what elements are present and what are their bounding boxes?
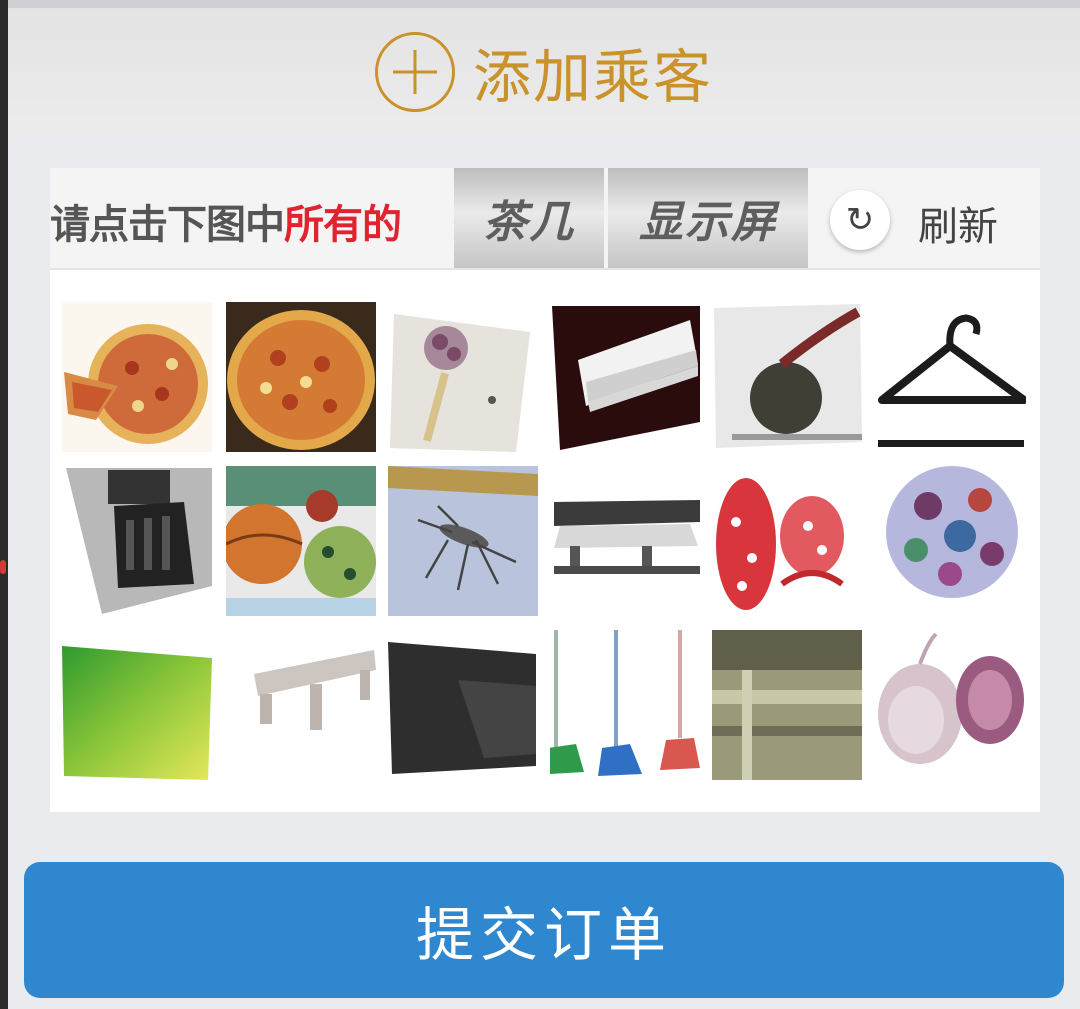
- small-table-image: [226, 630, 376, 780]
- metal-bucket-image: [712, 630, 862, 780]
- captcha-prompt: 请点击下图中所有的: [50, 192, 402, 250]
- captcha-image-10[interactable]: [550, 466, 700, 616]
- refresh-button[interactable]: 刷新: [918, 194, 998, 252]
- flower-image: [388, 302, 538, 452]
- captcha-image-3[interactable]: [388, 302, 538, 452]
- captcha-image-14[interactable]: [226, 630, 376, 780]
- target-word-1: 茶几: [454, 168, 604, 268]
- captcha-image-8[interactable]: [226, 466, 376, 616]
- refresh-icon[interactable]: ↻: [830, 190, 890, 250]
- coffee-table-image: [550, 466, 700, 616]
- display-box-image: [550, 302, 700, 452]
- pizza-image: [226, 302, 376, 452]
- brooms-image: [550, 630, 700, 780]
- captcha-image-13[interactable]: [62, 630, 212, 780]
- mosquito-image: [388, 466, 538, 616]
- sander-tool-image: [62, 466, 212, 616]
- submit-order-button[interactable]: 提交订单: [24, 862, 1064, 998]
- add-passenger-button[interactable]: 添加乘客: [8, 8, 1080, 136]
- captcha-image-5[interactable]: [712, 302, 862, 452]
- onions-image: [876, 630, 1026, 780]
- captcha-image-1[interactable]: [62, 302, 212, 452]
- captcha-header: 请点击下图中所有的 茶几 显示屏 ↻ 刷新: [50, 168, 1040, 270]
- green-mat-image: [62, 630, 212, 780]
- ball-dark-image: [712, 302, 862, 452]
- captcha-prompt-highlight: 所有的: [284, 202, 402, 248]
- captcha-image-7[interactable]: [62, 466, 212, 616]
- captcha-panel: 请点击下图中所有的 茶几 显示屏 ↻ 刷新: [50, 168, 1040, 812]
- captcha-image-16[interactable]: [550, 630, 700, 780]
- balls-image: [226, 466, 376, 616]
- add-passenger-label: 添加乘客: [472, 43, 713, 111]
- captcha-image-9[interactable]: [388, 466, 538, 616]
- captcha-image-11[interactable]: [712, 466, 862, 616]
- pizza-slice-image: [62, 302, 212, 452]
- top-divider: [8, 0, 1080, 8]
- captcha-image-6[interactable]: [876, 302, 1026, 452]
- hanger-image: [876, 302, 1026, 452]
- captcha-image-15[interactable]: [388, 630, 538, 780]
- captcha-image-17[interactable]: [712, 630, 862, 780]
- patterned-ball-image: [876, 466, 1026, 616]
- screen-edge: [0, 0, 8, 1009]
- captcha-image-18[interactable]: [876, 630, 1026, 780]
- edge-marker: [0, 560, 6, 574]
- captcha-prompt-prefix: 请点击下图中: [50, 202, 285, 248]
- plus-circle-icon: [374, 32, 455, 112]
- monitor-panel-image: [388, 630, 538, 780]
- berries-image: [712, 466, 862, 616]
- target-word-2: 显示屏: [608, 168, 808, 268]
- captcha-image-12[interactable]: [876, 466, 1026, 616]
- captcha-image-4[interactable]: [550, 302, 700, 452]
- captcha-image-2[interactable]: [226, 302, 376, 452]
